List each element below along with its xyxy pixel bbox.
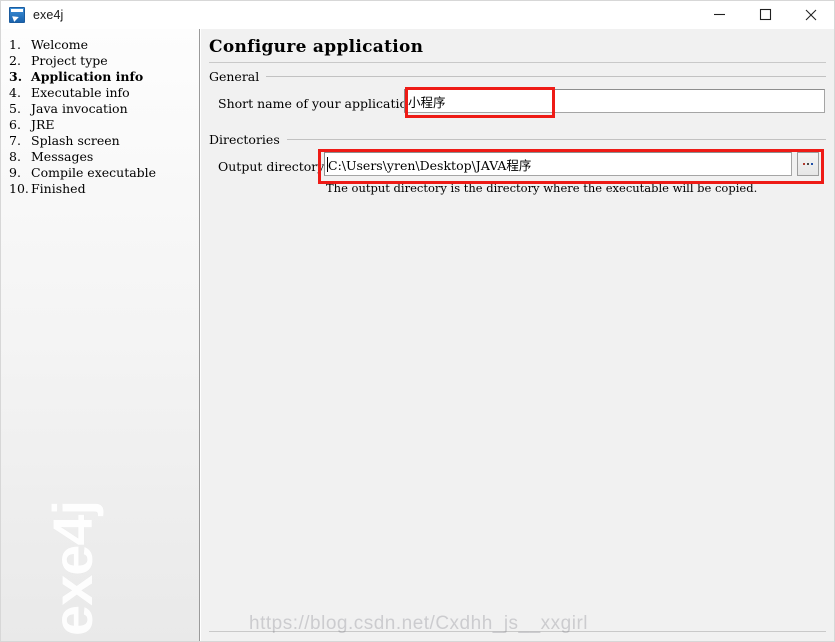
window-title: exe4j bbox=[33, 7, 64, 22]
minimize-icon[interactable] bbox=[696, 1, 742, 28]
output-directory-value: C:\Users\yren\Desktop\JAVA程序 bbox=[328, 157, 532, 173]
dot-icon bbox=[811, 163, 813, 165]
dot-icon bbox=[803, 163, 805, 165]
close-icon[interactable] bbox=[788, 1, 834, 28]
sidebar-item-java-invocation[interactable]: 5. Java invocation bbox=[9, 101, 199, 117]
short-name-value: 小程序 bbox=[408, 94, 446, 110]
sidebar-item-compile-executable[interactable]: 9. Compile executable bbox=[9, 165, 199, 181]
step-number: 1. bbox=[9, 37, 21, 52]
sidebar-item-application-info[interactable]: 3. Application info bbox=[9, 69, 199, 85]
step-number: 10. bbox=[9, 181, 29, 196]
sidebar-item-project-type[interactable]: 2. Project type bbox=[9, 53, 199, 69]
group-line bbox=[286, 139, 826, 140]
maximize-icon[interactable] bbox=[742, 1, 788, 28]
group-label-directories: Directories bbox=[209, 132, 280, 147]
step-label: Welcome bbox=[31, 37, 89, 52]
page-title: Configure application bbox=[209, 37, 424, 57]
step-number: 8. bbox=[9, 149, 21, 164]
step-label: Finished bbox=[31, 181, 86, 196]
sidebar-item-executable-info[interactable]: 4. Executable info bbox=[9, 85, 199, 101]
step-label: JRE bbox=[31, 117, 55, 132]
step-number: 6. bbox=[9, 117, 21, 132]
wizard-step-list: 1. Welcome 2. Project type 3. Applicatio… bbox=[9, 37, 199, 197]
group-label-general: General bbox=[209, 69, 260, 84]
step-number: 7. bbox=[9, 133, 21, 148]
sidebar-item-splash-screen[interactable]: 7. Splash screen bbox=[9, 133, 199, 149]
output-directory-hint: The output directory is the directory wh… bbox=[326, 181, 758, 195]
output-directory-input[interactable]: C:\Users\yren\Desktop\JAVA程序 bbox=[324, 152, 792, 176]
group-header-directories: Directories bbox=[209, 132, 826, 147]
step-label: Application info bbox=[31, 69, 144, 84]
exe4j-brand-watermark: exe4j bbox=[41, 500, 104, 636]
app-window-icon bbox=[9, 6, 25, 23]
group-line bbox=[266, 76, 826, 77]
group-header-general: General bbox=[209, 69, 826, 84]
step-label: Compile executable bbox=[31, 165, 157, 180]
wizard-sidebar: 1. Welcome 2. Project type 3. Applicatio… bbox=[1, 29, 200, 641]
step-label: Messages bbox=[31, 149, 94, 164]
step-label: Project type bbox=[31, 53, 108, 68]
dot-icon bbox=[807, 163, 809, 165]
short-name-input[interactable]: 小程序 bbox=[404, 89, 825, 113]
browse-directory-button[interactable] bbox=[797, 152, 819, 176]
title-divider bbox=[209, 62, 826, 63]
step-label: Executable info bbox=[31, 85, 130, 100]
step-label: Splash screen bbox=[31, 133, 120, 148]
short-name-label: Short name of your application: bbox=[218, 96, 420, 111]
footer-divider bbox=[209, 631, 826, 632]
sidebar-item-jre[interactable]: 6. JRE bbox=[9, 117, 199, 133]
step-number: 5. bbox=[9, 101, 21, 116]
sidebar-item-welcome[interactable]: 1. Welcome bbox=[9, 37, 199, 53]
wizard-content-panel: Configure application General Short name… bbox=[201, 29, 834, 641]
step-label: Java invocation bbox=[31, 101, 128, 116]
step-number: 3. bbox=[9, 69, 23, 84]
step-number: 4. bbox=[9, 85, 21, 100]
sidebar-item-finished[interactable]: 10. Finished bbox=[9, 181, 199, 197]
output-directory-label: Output directory bbox=[218, 159, 325, 174]
sidebar-item-messages[interactable]: 8. Messages bbox=[9, 149, 199, 165]
step-number: 2. bbox=[9, 53, 21, 68]
exe4j-wizard-window: exe4j 1. Welcome 2. Project type 3. Appl… bbox=[0, 0, 835, 642]
title-bar: exe4j bbox=[1, 1, 834, 28]
step-number: 9. bbox=[9, 165, 21, 180]
window-controls bbox=[696, 1, 834, 28]
